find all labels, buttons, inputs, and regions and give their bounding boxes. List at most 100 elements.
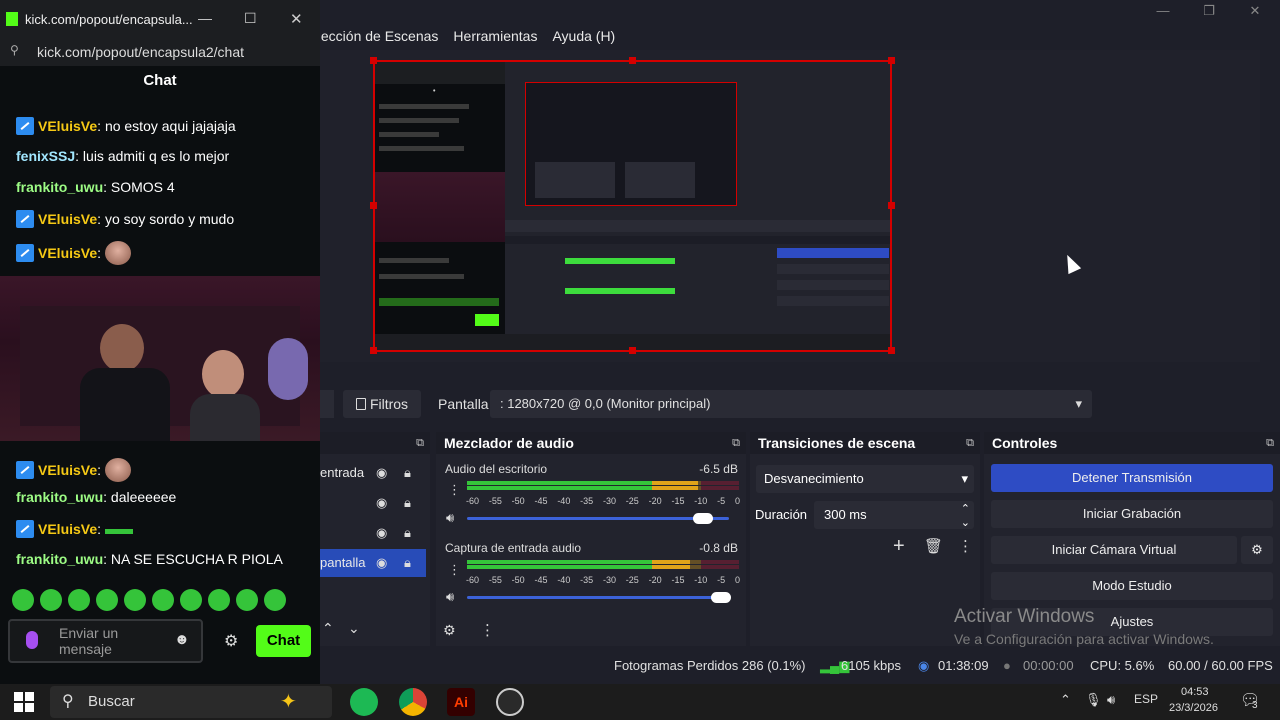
chevron-down-icon[interactable]: ⌄: [961, 509, 970, 537]
obs-icon[interactable]: [496, 688, 524, 716]
close-button[interactable]: ✕: [1240, 2, 1270, 20]
microphone-icon[interactable]: [26, 631, 38, 649]
menu-scene-collection[interactable]: olección de Escenas: [310, 28, 438, 44]
move-up-button[interactable]: ⌃: [322, 620, 334, 637]
chat-username[interactable]: VEluisVe: [38, 462, 97, 478]
menu-tools[interactable]: Herramientas: [453, 28, 537, 44]
virtual-cam-settings-button[interactable]: ⚙: [1241, 536, 1273, 564]
spotify-icon[interactable]: [350, 688, 378, 716]
start-virtual-cam-button[interactable]: Iniciar Cámara Virtual: [991, 536, 1237, 564]
clock-date[interactable]: 23/3/2026: [1169, 702, 1218, 714]
chrome-icon[interactable]: [399, 688, 427, 716]
duration-field[interactable]: 300 ms ⌃ ⌄: [814, 501, 974, 529]
lock-icon[interactable]: 🔒︎: [404, 459, 411, 487]
resize-handle[interactable]: [629, 347, 636, 354]
resize-handle[interactable]: [629, 57, 636, 64]
chat-username[interactable]: VEluisVe: [38, 521, 97, 537]
start-recording-button[interactable]: Iniciar Grabación: [991, 500, 1273, 528]
resize-handle[interactable]: [888, 202, 895, 209]
minimize-button[interactable]: —: [198, 10, 212, 26]
emote-icon[interactable]: [152, 589, 174, 611]
minimize-button[interactable]: —: [1148, 2, 1178, 20]
filters-button[interactable]: Filtros: [343, 390, 421, 418]
language-indicator[interactable]: ESP: [1134, 692, 1158, 706]
emote-icon[interactable]: [124, 589, 146, 611]
display-select[interactable]: : 1280x720 @ 0,0 (Monitor principal) ▾: [490, 390, 1092, 418]
chat-url-bar[interactable]: ⚲ kick.com/popout/encapsula2/chat: [0, 38, 320, 66]
resize-handle[interactable]: [888, 347, 895, 354]
chat-username[interactable]: frankito_uwu: [16, 179, 103, 195]
maximize-button[interactable]: ☐: [244, 10, 257, 27]
emote-icon[interactable]: [180, 589, 202, 611]
send-chat-button[interactable]: Chat: [256, 625, 311, 657]
site-settings-icon[interactable]: ⚲: [10, 43, 19, 57]
speaker-icon[interactable]: 🔊︎: [446, 589, 454, 605]
emote-icon[interactable]: [236, 589, 258, 611]
chat-username[interactable]: frankito_uwu: [16, 489, 103, 505]
add-icon[interactable]: +: [893, 535, 905, 558]
source-row-selected[interactable]: pantalla ◉ 🔒︎: [320, 549, 426, 577]
gear-icon[interactable]: ⚙: [443, 622, 456, 639]
emoji-picker-icon[interactable]: ☻: [174, 631, 190, 648]
source-row[interactable]: ◉ 🔒︎: [320, 489, 426, 517]
kebab-menu-icon[interactable]: ⋮: [448, 482, 461, 498]
volume-icon[interactable]: 🔊︎: [1107, 692, 1115, 708]
undock-icon[interactable]: ⧉: [1266, 432, 1274, 454]
kebab-menu-icon[interactable]: ⋮: [480, 621, 495, 639]
resize-handle[interactable]: [370, 57, 377, 64]
source-row[interactable]: ◉ 🔒︎: [320, 519, 426, 547]
speaker-icon[interactable]: 🔊︎: [446, 510, 454, 526]
menu-help[interactable]: Ayuda (H): [552, 28, 615, 44]
volume-slider-knob[interactable]: [711, 592, 732, 603]
close-button[interactable]: ✕: [290, 10, 303, 28]
eye-icon[interactable]: ◉: [376, 489, 387, 517]
eye-icon[interactable]: ◉: [376, 519, 387, 547]
stop-stream-button[interactable]: Detener Transmisión: [991, 464, 1273, 492]
chat-username[interactable]: VEluisVe: [38, 211, 97, 227]
microphone-icon[interactable]: 🎙︎: [1085, 692, 1102, 708]
maximize-button[interactable]: ❐: [1194, 2, 1224, 20]
emote-icon[interactable]: [40, 589, 62, 611]
volume-slider-knob[interactable]: [692, 513, 713, 524]
lock-icon[interactable]: 🔒︎: [404, 549, 411, 577]
properties-button[interactable]: [320, 390, 334, 418]
chevron-up-icon[interactable]: ⌃: [1060, 692, 1071, 708]
emote-icon[interactable]: [12, 589, 34, 611]
illustrator-icon[interactable]: Ai: [447, 688, 475, 716]
emote-icon[interactable]: [208, 589, 230, 611]
stream-preview[interactable]: •: [373, 60, 892, 352]
emote-icon[interactable]: [264, 589, 286, 611]
chat-username[interactable]: frankito_uwu: [16, 551, 103, 567]
kebab-menu-icon[interactable]: ⋮: [958, 537, 973, 555]
undock-icon[interactable]: ⧉: [416, 432, 424, 454]
resize-handle[interactable]: [370, 347, 377, 354]
eye-icon[interactable]: ◉: [376, 459, 387, 487]
eye-icon[interactable]: ◉: [376, 549, 387, 577]
gear-icon[interactable]: ⚙: [224, 631, 238, 651]
verified-badge-icon: [16, 520, 34, 538]
lock-icon[interactable]: 🔒︎: [404, 489, 411, 517]
lock-icon[interactable]: 🔒︎: [404, 519, 411, 547]
chat-username[interactable]: VEluisVe: [38, 245, 97, 261]
volume-slider[interactable]: [467, 596, 729, 599]
taskbar-search[interactable]: ⚲ Buscar ✦: [50, 686, 332, 718]
chat-message-input[interactable]: Enviar un mensaje ☻: [8, 619, 203, 663]
clock-time[interactable]: 04:53: [1181, 686, 1209, 698]
undock-icon[interactable]: ⧉: [966, 432, 974, 454]
start-button[interactable]: [14, 692, 34, 712]
trash-icon[interactable]: 🗑︎: [924, 537, 943, 555]
chat-username[interactable]: VEluisVe: [38, 118, 97, 134]
transition-select[interactable]: Desvanecimiento ▾: [756, 465, 974, 493]
emote-icon[interactable]: [68, 589, 90, 611]
controls-title-text: Controles: [992, 435, 1058, 451]
studio-mode-button[interactable]: Modo Estudio: [991, 572, 1273, 600]
chat-username[interactable]: fenixSSJ: [16, 148, 75, 164]
resize-handle[interactable]: [370, 202, 377, 209]
resize-handle[interactable]: [888, 57, 895, 64]
move-down-button[interactable]: ⌄: [348, 620, 360, 637]
source-row[interactable]: entrada ◉ 🔒︎: [320, 459, 426, 487]
kebab-menu-icon[interactable]: ⋮: [448, 562, 461, 578]
emote-icon[interactable]: [96, 589, 118, 611]
volume-slider[interactable]: [467, 517, 729, 520]
undock-icon[interactable]: ⧉: [732, 432, 740, 454]
